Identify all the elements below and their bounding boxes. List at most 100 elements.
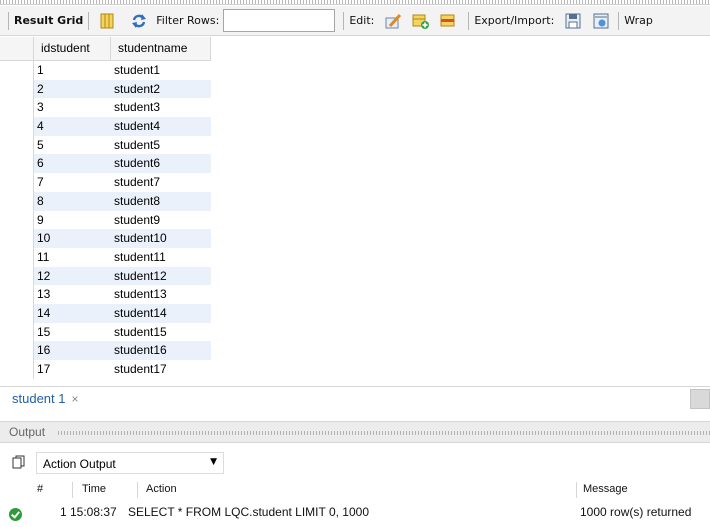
- cell-idstudent[interactable]: 10: [34, 229, 111, 248]
- cell-studentname[interactable]: student9: [111, 211, 211, 230]
- row-header-cell[interactable]: [0, 154, 34, 174]
- copy-icon[interactable]: [12, 455, 26, 469]
- cell-idstudent[interactable]: 14: [34, 303, 111, 323]
- cell-studentname[interactable]: student2: [111, 79, 211, 99]
- cell-studentname[interactable]: student11: [111, 248, 211, 267]
- wrap-cell-content-label[interactable]: Wrap: [624, 14, 653, 27]
- table-row[interactable]: 9 student9: [0, 210, 211, 230]
- cell-studentname[interactable]: student8: [111, 191, 211, 211]
- cell-idstudent[interactable]: 6: [34, 154, 111, 174]
- tab-scroll-button[interactable]: [690, 389, 710, 409]
- cell-idstudent[interactable]: 8: [34, 191, 111, 211]
- table-row[interactable]: 11 student11: [0, 247, 211, 267]
- cell-idstudent[interactable]: 2: [34, 79, 111, 99]
- table-row[interactable]: 12 student12: [0, 266, 211, 286]
- cell-studentname[interactable]: student17: [111, 360, 211, 379]
- row-header-cell[interactable]: [0, 135, 34, 155]
- table-row[interactable]: 4 student4: [0, 117, 211, 136]
- cell-idstudent[interactable]: 4: [34, 117, 111, 136]
- cell-studentname[interactable]: student6: [111, 154, 211, 174]
- cell-idstudent[interactable]: 13: [34, 285, 111, 304]
- output-log-row[interactable]: 1 15:08:37 SELECT * FROM LQC.student LIM…: [0, 503, 710, 523]
- row-header-cell[interactable]: [0, 285, 34, 304]
- row-header-cell[interactable]: [0, 79, 34, 99]
- cell-studentname[interactable]: student13: [111, 285, 211, 304]
- cell-studentname[interactable]: student16: [111, 341, 211, 360]
- table-row[interactable]: 6 student6: [0, 154, 211, 174]
- row-header-cell[interactable]: [0, 360, 34, 379]
- output-type-select[interactable]: Action Output ▼: [36, 452, 224, 474]
- cell-studentname[interactable]: student10: [111, 229, 211, 248]
- column-header-studentname[interactable]: studentname: [111, 37, 211, 61]
- cell-studentname[interactable]: student4: [111, 117, 211, 136]
- export-icon[interactable]: [564, 12, 582, 30]
- cell-idstudent[interactable]: 7: [34, 173, 111, 192]
- column-divider: [72, 482, 73, 498]
- grid-view-icon[interactable]: [98, 12, 116, 30]
- cell-studentname[interactable]: student1: [111, 61, 211, 80]
- table-row[interactable]: 3 student3: [0, 98, 211, 118]
- row-header-cell[interactable]: [0, 229, 34, 248]
- delete-row-icon[interactable]: [440, 12, 458, 30]
- cell-idstudent[interactable]: 5: [34, 136, 111, 155]
- cell-idstudent[interactable]: 15: [34, 323, 111, 342]
- cell-idstudent[interactable]: 9: [34, 211, 111, 230]
- table-row[interactable]: 14 student14: [0, 303, 211, 323]
- row-header-cell[interactable]: [0, 98, 34, 118]
- table-row[interactable]: 7 student7: [0, 173, 211, 192]
- table-row[interactable]: 16 student16: [0, 341, 211, 360]
- row-header-cell[interactable]: [0, 210, 34, 230]
- close-tab-icon[interactable]: ×: [72, 392, 79, 406]
- filter-rows-input[interactable]: [223, 9, 336, 32]
- log-column-number[interactable]: #: [37, 483, 43, 495]
- table-row[interactable]: 15 student15: [0, 322, 211, 342]
- output-title: Output: [9, 425, 46, 439]
- edit-row-icon[interactable]: [384, 12, 402, 30]
- row-header-cell[interactable]: [0, 61, 34, 80]
- row-header-cell[interactable]: [0, 117, 34, 136]
- cell-studentname[interactable]: student15: [111, 323, 211, 342]
- tab-student-1[interactable]: student 1 ×: [4, 387, 85, 410]
- refresh-icon[interactable]: [130, 12, 148, 30]
- result-grid-tab-label[interactable]: Result Grid: [14, 14, 83, 27]
- add-row-icon[interactable]: [412, 12, 430, 30]
- cell-studentname[interactable]: student5: [111, 136, 211, 155]
- grid-corner-cell[interactable]: [0, 37, 34, 61]
- table-row[interactable]: 8 student8: [0, 191, 211, 211]
- cell-idstudent[interactable]: 16: [34, 341, 111, 360]
- chevron-down-icon: ▼: [210, 457, 217, 467]
- row-header-cell[interactable]: [0, 266, 34, 286]
- table-row[interactable]: 13 student13: [0, 285, 211, 304]
- table-row[interactable]: 2 student2: [0, 79, 211, 99]
- row-header-cell[interactable]: [0, 303, 34, 323]
- cell-idstudent[interactable]: 3: [34, 98, 111, 117]
- toolbar-separator: [468, 11, 470, 30]
- import-icon[interactable]: [592, 12, 610, 30]
- table-row[interactable]: 1 student1: [0, 61, 211, 80]
- row-header-cell[interactable]: [0, 247, 34, 267]
- top-splitter-hatch[interactable]: [0, 0, 710, 5]
- row-header-cell[interactable]: [0, 191, 34, 211]
- toolbar-separator: [343, 11, 345, 30]
- cell-studentname[interactable]: student14: [111, 303, 211, 323]
- cell-studentname[interactable]: student7: [111, 173, 211, 192]
- row-header-cell[interactable]: [0, 322, 34, 342]
- cell-studentname[interactable]: student12: [111, 266, 211, 286]
- cell-idstudent[interactable]: 11: [34, 248, 111, 267]
- cell-studentname[interactable]: student3: [111, 98, 211, 117]
- table-row[interactable]: 5 student5: [0, 135, 211, 155]
- cell-idstudent[interactable]: 12: [34, 266, 111, 286]
- log-row-number: 1: [60, 505, 67, 519]
- log-column-message[interactable]: Message: [583, 483, 628, 495]
- column-header-idstudent[interactable]: idstudent: [34, 37, 111, 61]
- log-column-time[interactable]: Time: [82, 483, 106, 495]
- result-grid[interactable]: idstudent studentname 1 student1 2 student2…: [0, 37, 710, 384]
- log-column-action[interactable]: Action: [146, 483, 177, 495]
- cell-idstudent[interactable]: 17: [34, 360, 111, 379]
- table-row[interactable]: 17 student17: [0, 360, 211, 379]
- row-header-cell[interactable]: [0, 341, 34, 360]
- output-splitter-hatch[interactable]: [58, 431, 710, 435]
- cell-idstudent[interactable]: 1: [34, 61, 111, 80]
- table-row[interactable]: 10 student10: [0, 229, 211, 248]
- row-header-cell[interactable]: [0, 173, 34, 192]
